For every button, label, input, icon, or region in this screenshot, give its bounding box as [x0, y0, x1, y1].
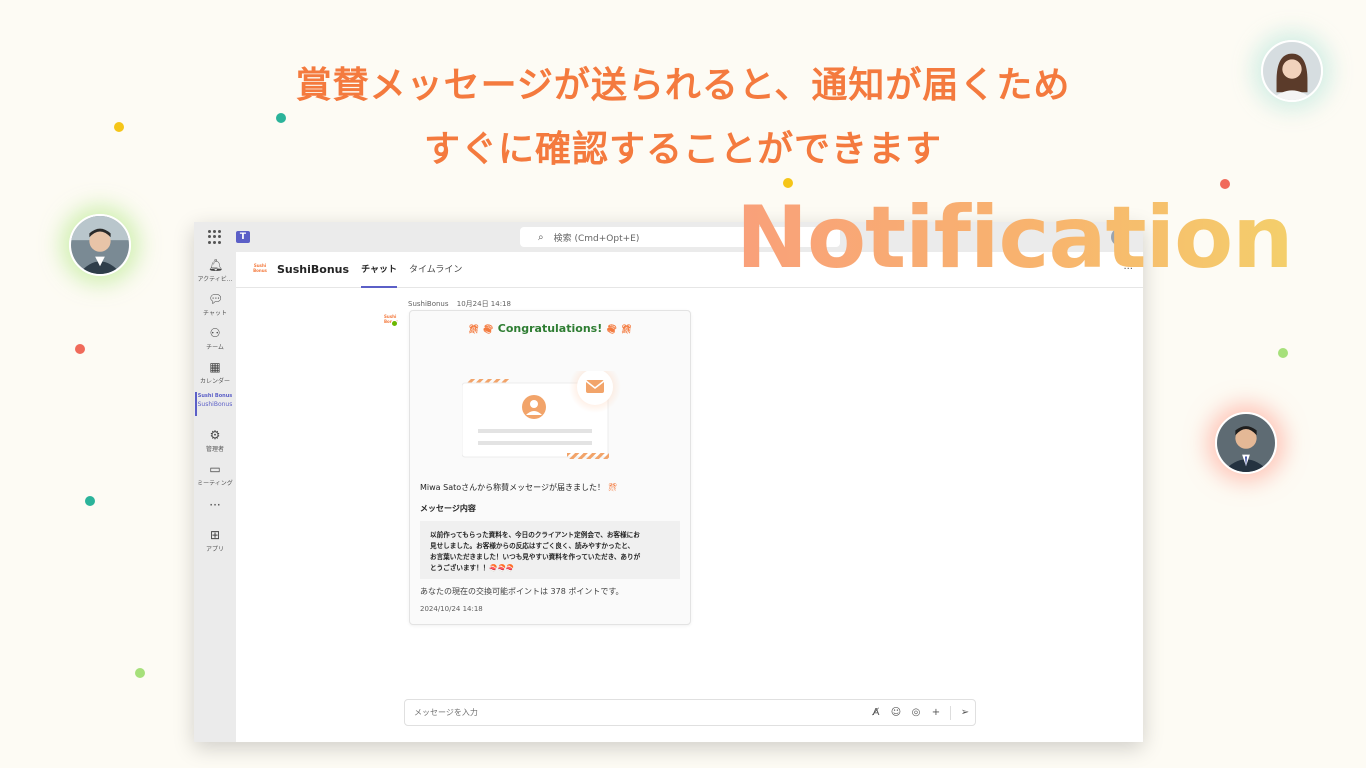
notification-overlay-text: Notification — [736, 188, 1293, 288]
envelope-illustration-icon — [462, 371, 621, 459]
adaptive-card: 🎊︎ 🍣︎ Congratulations! 🍣︎ 🎊︎ Miwa Satoさん… — [409, 310, 691, 625]
card-title-text: Congratulations! — [497, 322, 603, 335]
compose-input[interactable]: メッセージを入力 — [414, 707, 866, 718]
card-section-label: メッセージ内容 — [420, 504, 476, 513]
teams-window: T ⌕ 検索 (Cmd+Opt+E) 🔔︎ アクティビ... 💬︎ チャット ⚇… — [194, 222, 1143, 742]
decor-dot — [85, 496, 95, 506]
rail-label: チーム — [206, 344, 224, 351]
floating-avatar-man-suit — [1215, 412, 1277, 474]
bell-icon: 🔔︎ — [208, 258, 224, 272]
compose-divider — [950, 705, 951, 720]
decor-dot — [276, 113, 286, 123]
more-icon: ··· — [209, 498, 221, 512]
confetti-icon: 🎊︎ — [607, 483, 618, 492]
rail-item-admin[interactable]: ⚙ 管理者 — [194, 428, 236, 453]
points-text: あなたの現在の交換可能ポイントは 378 ポイントです。 — [420, 587, 624, 596]
rail-label: アクティビ... — [197, 276, 233, 283]
decor-dot — [135, 668, 145, 678]
teams-logo-icon: T — [236, 231, 250, 243]
message-sender: SushiBonus — [408, 300, 449, 308]
app-rail: 🔔︎ アクティビ... 💬︎ チャット ⚇ チーム ▦ カレンダー Sushi … — [194, 252, 236, 742]
quote-line: 見せしました。お客様からの反応はすごく良く、読みやすかったと、 — [430, 542, 635, 550]
card-date: 2024/10/24 14:18 — [420, 605, 483, 613]
search-icon: ⌕ — [538, 231, 544, 243]
loop-icon[interactable]: ◎ — [906, 707, 926, 718]
rail-item-calendar[interactable]: ▦ カレンダー — [194, 360, 236, 385]
rail-item-teams[interactable]: ⚇ チーム — [194, 326, 236, 351]
rail-item-apps[interactable]: ⊞ アプリ — [194, 528, 236, 553]
sushibonus-logo: Sushi Bonus — [253, 262, 267, 273]
decor-dot — [114, 122, 124, 132]
confetti-icon: 🍣︎ 🎊︎ — [606, 325, 633, 335]
quote-line: とうございます！！🍣🍣🍣 — [430, 564, 514, 572]
send-icon[interactable]: ➢ — [955, 707, 975, 718]
rail-item-meeting[interactable]: ▭ ミーティング — [194, 462, 236, 487]
quote-line: お言葉いただきました！いつも見やすい資料を作っていただき、ありが — [430, 553, 641, 561]
teams-icon: ⚇ — [209, 326, 221, 340]
add-app-icon: ⊞ — [209, 528, 221, 542]
rail-label: SushiBonus — [197, 401, 233, 408]
format-icon[interactable]: A̸ — [866, 707, 886, 718]
rail-label: アプリ — [205, 546, 224, 553]
card-notice: Miwa Satoさんから称賛メッセージが届きました！ 🎊︎ — [420, 483, 618, 492]
emoji-icon[interactable]: ☺ — [886, 707, 906, 718]
admin-icon: ⚙ — [209, 428, 221, 442]
channel-name: SushiBonus — [277, 263, 350, 276]
plus-icon[interactable]: + — [926, 707, 946, 718]
message-time: 10月24日 14:18 — [456, 300, 511, 308]
message-compose-box[interactable]: メッセージを入力 A̸ ☺ ◎ + ➢ — [404, 699, 976, 726]
rail-label: カレンダー — [199, 378, 230, 385]
rail-label: ミーティング — [197, 480, 233, 487]
floating-avatar-woman — [1261, 40, 1323, 102]
video-icon: ▭ — [209, 462, 221, 476]
decor-dot — [783, 178, 793, 188]
rail-label: 管理者 — [205, 446, 224, 453]
tab-chat[interactable]: チャット — [361, 252, 397, 288]
decor-dot — [1278, 348, 1288, 358]
app-launcher-icon[interactable] — [208, 230, 222, 244]
confetti-icon: 🎊︎ 🍣︎ — [467, 325, 494, 335]
decor-dot — [75, 344, 85, 354]
chat-icon: 💬︎ — [208, 292, 224, 306]
rail-item-more[interactable]: ··· — [194, 498, 236, 514]
headline-line-1: 賞賛メッセージが送られると、通知が届くため — [295, 65, 1071, 106]
rail-label: チャット — [203, 310, 227, 317]
floating-avatar-man — [69, 214, 131, 276]
rail-item-sushibonus[interactable]: Sushi Bonus SushiBonus — [194, 392, 236, 416]
tab-timeline[interactable]: タイムライン — [409, 252, 462, 288]
online-status-badge — [391, 320, 398, 327]
search-placeholder: 検索 (Cmd+Opt+E) — [553, 233, 640, 244]
message-quote: 以前作ってもらった資料を、今日のクライアント定例会で、お客様にお 見せしました。… — [420, 521, 680, 579]
sushibonus-app-icon: Sushi Bonus — [197, 393, 233, 399]
rail-item-activity[interactable]: 🔔︎ アクティビ... — [194, 258, 236, 283]
calendar-icon: ▦ — [209, 360, 221, 374]
rail-item-chat[interactable]: 💬︎ チャット — [194, 292, 236, 317]
message-meta: SushiBonus 10月24日 14:18 — [408, 299, 517, 309]
headline-line-2: すぐに確認することができます — [423, 129, 942, 170]
quote-line: 以前作ってもらった資料を、今日のクライアント定例会で、お客様にお — [430, 531, 640, 539]
card-title: 🎊︎ 🍣︎ Congratulations! 🍣︎ 🎊︎ — [410, 322, 690, 335]
